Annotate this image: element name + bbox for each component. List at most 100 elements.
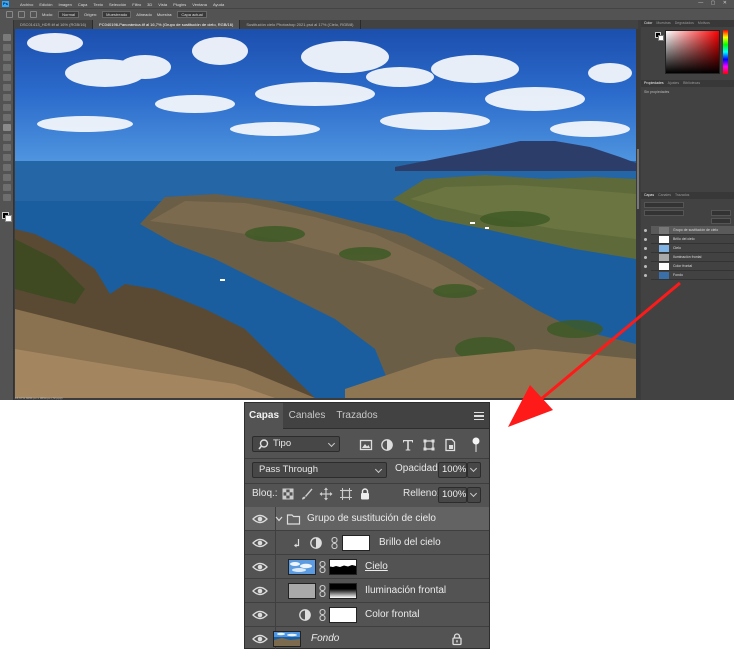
filter-adjustment-icon[interactable] xyxy=(380,438,394,452)
mini-layer-row[interactable]: Color frontal xyxy=(644,262,734,271)
filter-kind-select[interactable]: Tipo xyxy=(252,436,340,452)
clone-stamp-icon[interactable] xyxy=(18,11,25,18)
menu-ayuda[interactable]: Ayuda xyxy=(213,2,224,7)
tab-ajustes[interactable]: Ajustes xyxy=(668,80,679,87)
lasso-tool-icon[interactable] xyxy=(3,54,11,61)
filter-pixel-icon[interactable] xyxy=(359,438,373,452)
tab-motivos[interactable]: Motivos xyxy=(698,20,710,27)
layer-row-sky-group[interactable]: Grupo de sustitución de cielo xyxy=(245,507,489,531)
opacity-dropdown[interactable] xyxy=(467,462,481,478)
menu-ventana[interactable]: Ventana xyxy=(192,2,207,7)
visibility-eye-icon[interactable] xyxy=(252,512,268,526)
visibility-eye-icon[interactable] xyxy=(252,560,268,574)
pen-tool-icon[interactable] xyxy=(3,174,11,181)
mini-eye-icon[interactable] xyxy=(644,238,647,241)
tab-degradados[interactable]: Degradados xyxy=(675,20,694,27)
lock-position-icon[interactable] xyxy=(319,487,333,501)
blend-mode-select[interactable]: Pass Through xyxy=(252,462,387,478)
healing-tool-icon[interactable] xyxy=(3,104,11,111)
layer-row-front-color[interactable]: Color frontal xyxy=(245,603,489,627)
move-tool-icon[interactable] xyxy=(3,34,11,41)
menu-plugins[interactable]: Plugins xyxy=(173,2,186,7)
sky-layer-thumbnail[interactable] xyxy=(288,559,316,575)
filter-shape-icon[interactable] xyxy=(422,438,436,452)
filter-smart-object-icon[interactable] xyxy=(443,438,457,452)
hand-tool-icon[interactable] xyxy=(3,194,11,201)
fill-input[interactable]: 100% xyxy=(438,487,467,503)
mini-opacity-input[interactable] xyxy=(711,210,731,216)
sky-mask-thumbnail[interactable] xyxy=(329,559,357,575)
frame-tool-icon[interactable] xyxy=(3,84,11,91)
menu-edicion[interactable]: Edición xyxy=(39,2,52,7)
clone-stamp-tool-icon[interactable] xyxy=(3,124,11,131)
eyedropper-tool-icon[interactable] xyxy=(3,94,11,101)
layer-row-sky-brightness[interactable]: Brillo del cielo xyxy=(245,531,489,555)
background-color-swatch[interactable] xyxy=(5,215,12,222)
home-icon[interactable] xyxy=(6,11,13,18)
tab-color[interactable]: Color xyxy=(644,20,652,27)
menu-filtro[interactable]: Filtro xyxy=(132,2,141,7)
lighting-mask-thumbnail[interactable] xyxy=(329,583,357,599)
quick-select-tool-icon[interactable] xyxy=(3,64,11,71)
mini-filter-select[interactable] xyxy=(644,202,684,208)
lock-image-pixels-icon[interactable] xyxy=(300,487,314,501)
mini-layer-row[interactable]: Brillo del cielo xyxy=(644,235,734,244)
mini-fill-input[interactable] xyxy=(711,218,731,224)
layer-mask-thumbnail[interactable] xyxy=(329,607,357,623)
layer-row-front-lighting[interactable]: Iluminación frontal xyxy=(245,579,489,603)
chevron-expanded-icon[interactable] xyxy=(273,512,285,526)
sample-select[interactable]: Capa actual xyxy=(177,11,207,18)
mask-link-icon[interactable] xyxy=(330,536,339,550)
mask-link-icon[interactable] xyxy=(318,608,327,622)
mini-blend-select[interactable] xyxy=(644,210,684,216)
mini-layer-row[interactable]: Grupo de sustitución de cielo xyxy=(644,226,734,235)
lock-transparent-pixels-icon[interactable] xyxy=(281,487,295,501)
marquee-tool-icon[interactable] xyxy=(3,44,11,51)
dodge-tool-icon[interactable] xyxy=(3,164,11,171)
color-picker-field[interactable] xyxy=(665,30,720,74)
layer-row-sky[interactable]: Cielo xyxy=(245,555,489,579)
document-canvas[interactable] xyxy=(15,29,636,398)
canvas-scrollbar[interactable] xyxy=(636,29,640,398)
tab-trazados[interactable]: Trazados xyxy=(333,403,381,429)
origin-select[interactable]: Muestreado xyxy=(102,11,132,18)
crop-tool-icon[interactable] xyxy=(3,74,11,81)
lock-artboard-icon[interactable] xyxy=(339,487,353,501)
mini-layer-row[interactable]: Fondo xyxy=(644,271,734,280)
filter-toggle-icon[interactable] xyxy=(471,436,481,454)
color-panel-background[interactable] xyxy=(658,35,664,41)
visibility-eye-icon[interactable] xyxy=(252,632,268,646)
doc-tab-2[interactable]: PC040196-Panorámica.tif al 16,7% (Grupo … xyxy=(93,20,241,29)
tab-capas[interactable]: Capas xyxy=(245,403,283,430)
filter-type-icon[interactable] xyxy=(401,438,415,452)
mini-eye-icon[interactable] xyxy=(644,247,647,250)
tab-muestras[interactable]: Muestras xyxy=(656,20,670,27)
eraser-tool-icon[interactable] xyxy=(3,144,11,151)
menu-vista[interactable]: Vista xyxy=(158,2,167,7)
hue-slider[interactable] xyxy=(723,30,728,74)
visibility-eye-icon[interactable] xyxy=(252,608,268,622)
tab-propiedades[interactable]: Propiedades xyxy=(644,80,664,87)
mask-link-icon[interactable] xyxy=(318,584,327,598)
background-layer-thumbnail[interactable] xyxy=(273,631,301,647)
gradient-tool-icon[interactable] xyxy=(3,154,11,161)
history-brush-tool-icon[interactable] xyxy=(3,134,11,141)
layer-row-background[interactable]: Fondo xyxy=(245,627,489,649)
menu-imagen[interactable]: Imagen xyxy=(58,2,71,7)
panel-menu-icon[interactable] xyxy=(474,412,484,420)
menu-capa[interactable]: Capa xyxy=(78,2,88,7)
scrollbar-thumb[interactable] xyxy=(637,149,639,209)
window-controls[interactable]: — ▢ ✕ xyxy=(698,0,730,6)
brush-tool-icon[interactable] xyxy=(3,114,11,121)
mini-layer-row[interactable]: Iluminación frontal xyxy=(644,253,734,262)
mode-select[interactable]: Normal xyxy=(58,11,80,18)
fill-dropdown[interactable] xyxy=(467,487,481,503)
mini-layer-row[interactable]: Cielo xyxy=(644,244,734,253)
layer-mask-thumbnail[interactable] xyxy=(342,535,370,551)
visibility-eye-icon[interactable] xyxy=(252,536,268,550)
toggle-label[interactable]: Alineado xyxy=(136,12,152,17)
mini-eye-icon[interactable] xyxy=(644,274,647,277)
mini-eye-icon[interactable] xyxy=(644,256,647,259)
doc-tab-3[interactable]: Sustitución cielo Photoshop 2021.psd al … xyxy=(240,20,361,29)
menu-3d[interactable]: 3D xyxy=(147,2,152,7)
